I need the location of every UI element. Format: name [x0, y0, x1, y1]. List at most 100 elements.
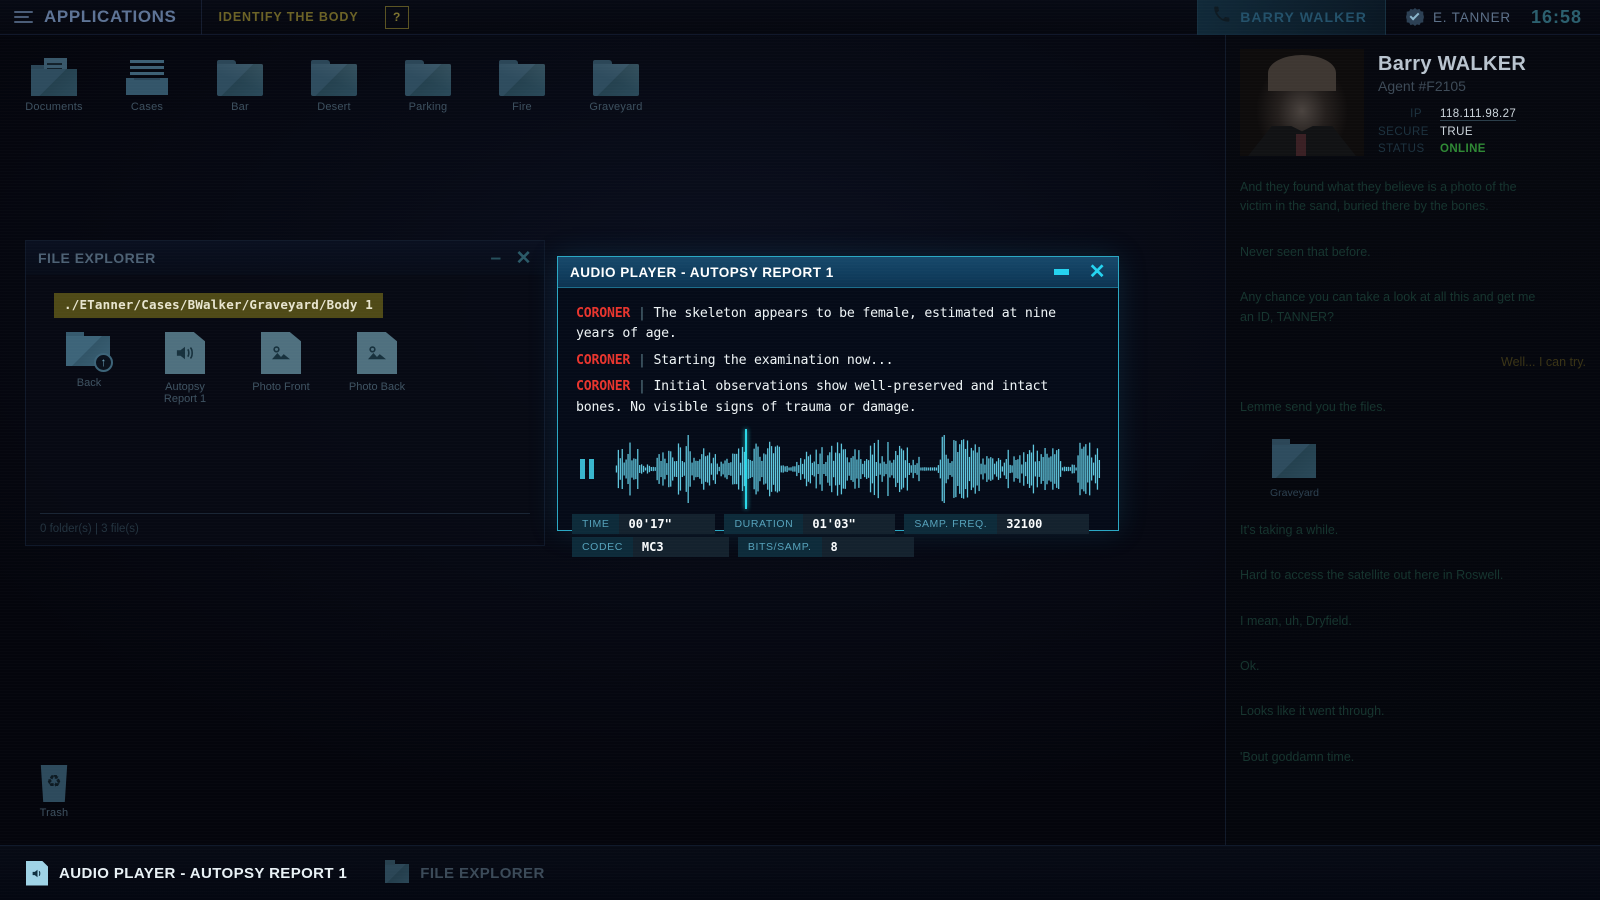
file-item-label: Autopsy Report 1 [163, 381, 207, 405]
chat-message: Never seen that before. [1240, 244, 1371, 259]
chat-message: Hard to access the satellite out here in… [1240, 568, 1504, 583]
stat-value: 118.111.98.27 [1440, 108, 1517, 121]
field-bits-per-sample: BITS/SAMP. 8 [737, 537, 914, 558]
hamburger-menu-icon [14, 11, 33, 23]
speaker-label: CORONER [576, 352, 631, 368]
close-icon[interactable]: ✕ [516, 249, 532, 268]
desktop-icon-parking[interactable]: Parking [384, 60, 472, 113]
desktop-icon-label: Graveyard [589, 101, 643, 113]
metadata-row: TIME 00'17" DURATION 01'03" SAMP. FREQ. … [572, 514, 1104, 535]
taskbar: AUDIO PLAYER - AUTOPSY REPORT 1 FILE EXP… [0, 845, 1600, 900]
folder-icon [311, 60, 357, 96]
path-text: ./ETanner/Cases/BWalker/Graveyard/Body 1 [64, 297, 374, 312]
file-explorer-window[interactable]: FILE EXPLORER – ✕ ./ETanner/Cases/BWalke… [25, 240, 545, 546]
field-label: TIME [572, 514, 620, 535]
field-value: 8 [821, 537, 914, 558]
close-icon[interactable]: ✕ [1089, 262, 1106, 282]
file-explorer-titlebar[interactable]: FILE EXPLORER – ✕ [26, 241, 544, 275]
desktop-icon-documents[interactable]: Documents [10, 58, 98, 113]
waveform-display[interactable] [612, 429, 1104, 510]
help-button[interactable]: ? [384, 5, 409, 29]
desktop-icon-label: Documents [25, 101, 83, 113]
field-label: BITS/SAMP. [737, 537, 822, 558]
speaker-label: CORONER [576, 379, 631, 395]
taskbar-item-label: AUDIO PLAYER - AUTOPSY REPORT 1 [59, 864, 348, 882]
file-item-autopsy-report-1[interactable]: Autopsy Report 1 [152, 332, 218, 405]
speaker-separator: | [637, 306, 646, 321]
field-label: SAMP. FREQ. [904, 514, 998, 535]
file-item-label: Back [76, 377, 102, 389]
field-label: CODEC [572, 537, 633, 558]
stat-value: TRUE [1440, 126, 1473, 138]
file-item-photo-front[interactable]: Photo Front [248, 332, 314, 405]
applications-label: Applications [44, 7, 177, 26]
taskbar-item-file-explorer[interactable]: FILE EXPLORER [373, 846, 556, 900]
transcript-text: The skeleton appears to be female, estim… [576, 306, 1056, 342]
user-name: E. TANNER [1432, 9, 1511, 25]
field-time: TIME 00'17" [572, 514, 716, 535]
field-value: 00'17" [619, 514, 716, 535]
desktop-icon-bar[interactable]: Bar [196, 60, 284, 113]
audio-player-title: AUDIO PLAYER - AUTOPSY REPORT 1 [570, 264, 834, 280]
path-bar[interactable]: ./ETanner/Cases/BWalker/Graveyard/Body 1 [54, 293, 384, 318]
stat-key: IP [1410, 108, 1422, 120]
top-bar: Applications Identify the body ? BARRY W… [0, 0, 1600, 35]
field-label: DURATION [724, 514, 804, 535]
field-value: MC3 [632, 537, 729, 558]
mission-label: Identify the body [218, 10, 359, 24]
field-value: 32100 [997, 514, 1090, 535]
profile-name: Barry WALKER [1378, 53, 1527, 75]
active-call-contact[interactable]: BARRY WALKER [1197, 0, 1386, 35]
phone-icon [1213, 6, 1230, 28]
clock: 16:58 [1530, 6, 1582, 27]
desktop-icon-cases[interactable]: Cases [103, 58, 191, 113]
desktop-icon-trash[interactable]: ♻ Trash [10, 760, 98, 819]
contact-name: BARRY WALKER [1240, 9, 1367, 25]
back-folder-icon: ↑ [66, 332, 113, 372]
attachment-folder[interactable]: Graveyard [1270, 438, 1319, 501]
desktop-icon-label: Desert [317, 101, 351, 113]
desktop-icon-desert[interactable]: Desert [290, 60, 378, 113]
transcript-line: CORONER | The skeleton appears to be fem… [576, 304, 1100, 345]
minimize-icon[interactable]: – [491, 249, 502, 268]
audio-player-titlebar[interactable]: AUDIO PLAYER - AUTOPSY REPORT 1 ✕ [558, 257, 1118, 288]
file-explorer-status-bar: 0 folder(s) | 3 file(s) [40, 513, 530, 535]
field-codec: CODEC MC3 [572, 537, 729, 558]
field-duration: DURATION 01'03" [724, 514, 896, 535]
minimize-icon[interactable] [1053, 269, 1069, 275]
folder-icon [217, 60, 263, 96]
contact-sidebar: Barry WALKER Agent #F2105 IP 118.111.98.… [1225, 35, 1600, 845]
playhead-marker[interactable] [744, 429, 747, 510]
profile-stats: IP 118.111.98.27 SECURE TRUE STATUS ONLI… [1378, 108, 1584, 155]
file-item-photo-back[interactable]: Photo Back [344, 332, 410, 405]
waveform-controls [572, 429, 1104, 510]
taskbar-item-label: FILE EXPLORER [420, 864, 545, 882]
pause-icon[interactable] [580, 459, 598, 480]
audio-player-window[interactable]: AUDIO PLAYER - AUTOPSY REPORT 1 ✕ CORONE… [557, 256, 1119, 558]
desktop-screen: Applications Identify the body ? BARRY W… [0, 0, 1600, 900]
field-sample-frequency: SAMP. FREQ. 32100 [904, 514, 1090, 535]
file-item-label: Photo Front [252, 381, 310, 393]
chat-attachment[interactable]: Graveyard [1240, 438, 1540, 501]
trash-icon: ♻ [36, 760, 72, 802]
desktop-icon-label: Bar [231, 101, 249, 113]
file-explorer-title: FILE EXPLORER [38, 250, 156, 266]
file-item-back[interactable]: ↑ Back [56, 332, 122, 405]
image-file-icon [357, 332, 397, 374]
current-user[interactable]: E. TANNER [1386, 0, 1531, 35]
transcript-line: CORONER | Initial observations show well… [576, 377, 1100, 418]
chat-message: Any chance you can take a look at all th… [1240, 290, 1536, 324]
taskbar-item-audio-player[interactable]: AUDIO PLAYER - AUTOPSY REPORT 1 [14, 846, 359, 900]
chat-message: It's taking a while. [1240, 522, 1339, 537]
transcript: CORONER | The skeleton appears to be fem… [558, 288, 1118, 428]
chat-message: Looks like it went through. [1240, 704, 1385, 719]
chat-message: Ok. [1240, 659, 1260, 674]
file-item-label: Photo Back [348, 381, 406, 393]
verified-badge-icon [1405, 8, 1424, 26]
folder-icon [499, 60, 545, 96]
desktop-icon-fire[interactable]: Fire [478, 60, 566, 113]
applications-menu-button[interactable]: Applications [0, 0, 201, 35]
cases-icon [124, 58, 170, 96]
chat-log: And they found what they believe is a ph… [1226, 170, 1600, 767]
desktop-icon-graveyard[interactable]: Graveyard [572, 60, 660, 113]
